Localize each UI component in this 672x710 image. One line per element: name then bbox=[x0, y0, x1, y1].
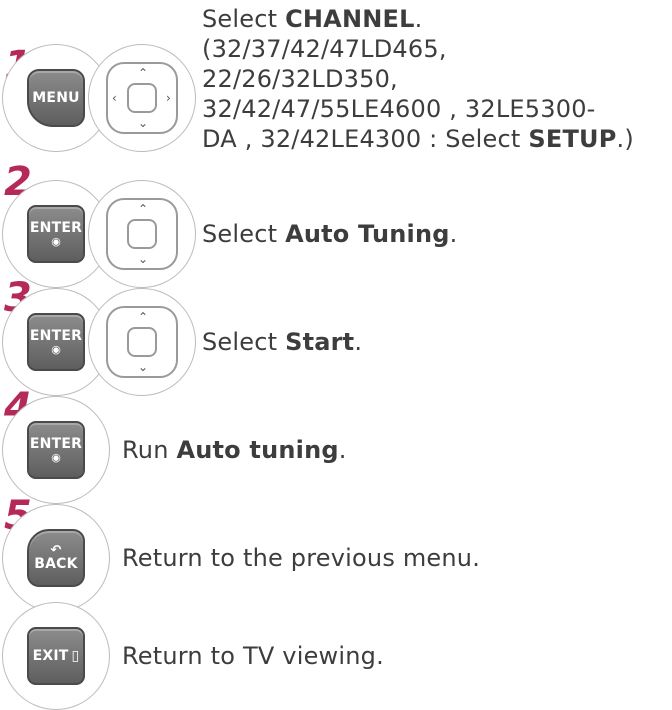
enter-key[interactable]: ENTER ◉ bbox=[27, 313, 85, 371]
arrow-left-icon: ‹ bbox=[112, 91, 117, 105]
ok-center-icon bbox=[127, 327, 157, 357]
exit-key-label: EXIT bbox=[32, 647, 69, 664]
arrow-down-icon: ⌄ bbox=[138, 116, 149, 130]
exit-key[interactable]: EXIT ▯ bbox=[27, 627, 85, 685]
arrow-up-icon: ⌃ bbox=[138, 310, 149, 324]
menu-key-label: MENU bbox=[32, 89, 80, 106]
channel-menu-name: CHANNEL bbox=[285, 5, 415, 33]
arrow-down-icon: ⌄ bbox=[138, 252, 149, 266]
enter-dot-icon: ◉ bbox=[51, 450, 61, 464]
auto-tuning-action-name: Auto tuning bbox=[176, 436, 339, 464]
setup-menu-name: SETUP bbox=[528, 125, 617, 153]
back-key-label: BACK bbox=[34, 556, 78, 572]
arrow-down-icon: ⌄ bbox=[138, 360, 149, 374]
enter-dot-icon: ◉ bbox=[51, 342, 61, 356]
model-note-line: 32/42/47/55LE4600 , 32LE5300- bbox=[202, 95, 596, 123]
back-key[interactable]: ↶ BACK bbox=[27, 529, 85, 587]
arrow-up-icon: ⌃ bbox=[138, 202, 149, 216]
exit-instruction: Return to TV viewing. bbox=[122, 642, 384, 670]
auto-tuning-menu-name: Auto Tuning bbox=[285, 220, 450, 248]
menu-key[interactable]: MENU bbox=[27, 69, 85, 127]
model-note-line: 22/26/32LD350, bbox=[202, 65, 398, 93]
enter-key-label: ENTER bbox=[29, 435, 83, 452]
step-1-instruction: Select CHANNEL. (32/37/42/47LD465, 22/26… bbox=[202, 5, 634, 153]
step-3-instruction: Select Start. bbox=[202, 328, 363, 356]
enter-key[interactable]: ENTER ◉ bbox=[27, 421, 85, 479]
enter-dot-icon: ◉ bbox=[51, 234, 61, 248]
navigation-pad[interactable]: ⌃ ⌄ ‹ › bbox=[106, 62, 178, 134]
ok-center-icon bbox=[127, 83, 157, 113]
enter-key-label: ENTER bbox=[29, 219, 83, 236]
ok-center-icon bbox=[127, 219, 157, 249]
model-note-line: (32/37/42/47LD465, bbox=[202, 35, 447, 63]
start-option-name: Start bbox=[285, 328, 355, 356]
enter-key-label: ENTER bbox=[29, 327, 83, 344]
arrow-up-icon: ⌃ bbox=[138, 66, 149, 80]
step-2-instruction: Select Auto Tuning. bbox=[202, 220, 458, 248]
step-4-instruction: Run Auto tuning. bbox=[122, 436, 347, 464]
navigation-pad-updown[interactable]: ⌃ ⌄ bbox=[106, 198, 178, 270]
step-5-instruction: Return to the previous menu. bbox=[122, 544, 481, 572]
enter-key[interactable]: ENTER ◉ bbox=[27, 205, 85, 263]
arrow-right-icon: › bbox=[166, 91, 171, 105]
exit-door-icon: ▯ bbox=[71, 647, 80, 664]
navigation-pad-updown[interactable]: ⌃ ⌄ bbox=[106, 306, 178, 378]
